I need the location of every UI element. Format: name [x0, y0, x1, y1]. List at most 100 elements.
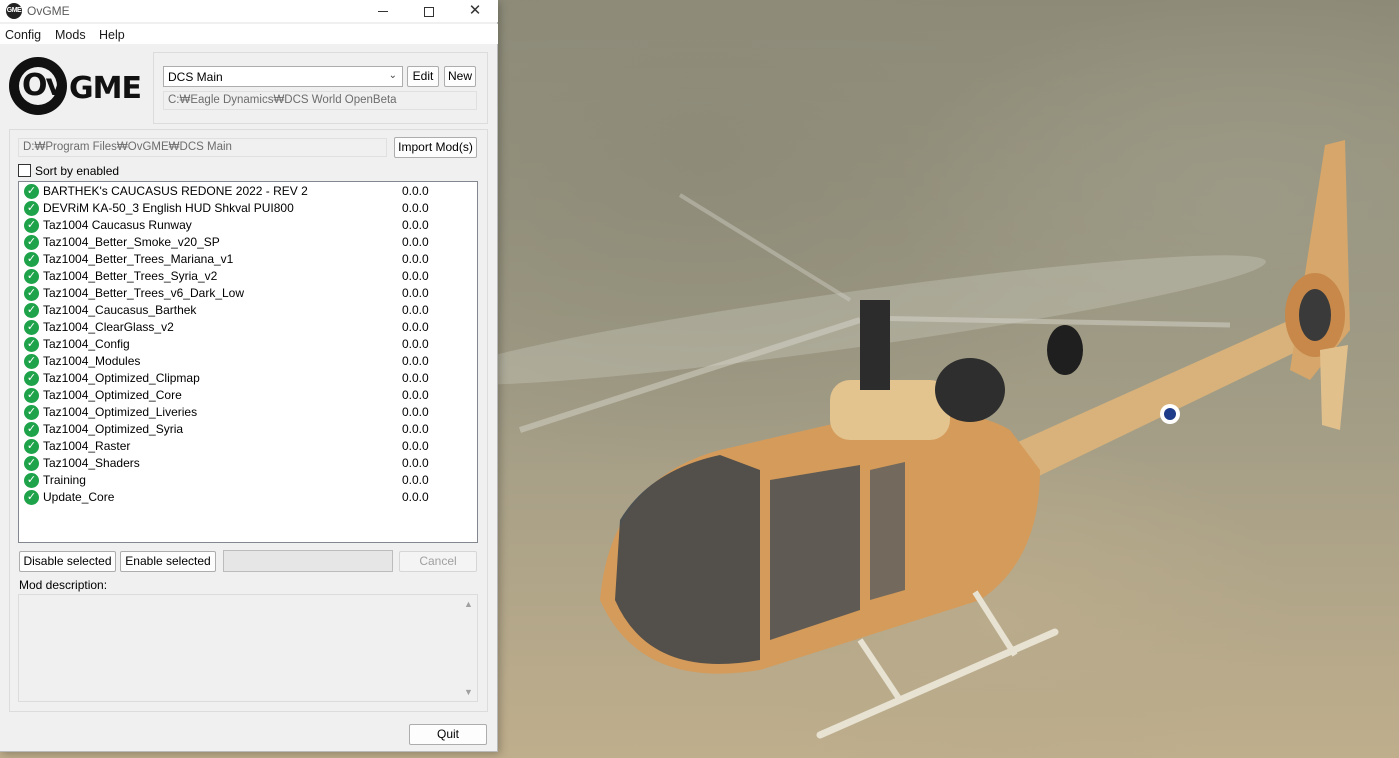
mod-version: 0.0.0 [402, 303, 429, 317]
mod-name: Taz1004_Better_Trees_Syria_v2 [43, 269, 217, 283]
mod-list-item[interactable]: ✓ BARTHEK's CAUCASUS REDONE 2022 - REV 2 0… [24, 183, 474, 200]
mod-name: Taz1004_Shaders [43, 456, 140, 470]
mod-list-item[interactable]: ✓Taz1004 Caucasus Runway0.0.0 [24, 217, 474, 234]
mod-version: 0.0.0 [402, 354, 429, 368]
sort-by-enabled-checkbox[interactable] [18, 164, 31, 177]
mod-name: Update_Core [43, 490, 114, 504]
mod-list-item[interactable]: ✓ Taz1004_Optimized_Syria 0.0.0 [24, 421, 474, 438]
logo-gme-text: GME [69, 71, 141, 106]
mod-name: Taz1004_Better_Trees_Mariana_v1 [43, 252, 233, 266]
mod-list-item[interactable]: ✓ Taz1004_Better_Smoke_v20_SP 0.0.0 [24, 234, 474, 251]
mod-name: Taz1004_ClearGlass_v2 [43, 320, 174, 334]
menu-mods[interactable]: Mods [55, 28, 86, 42]
mod-list-item[interactable]: ✓ Taz1004_Better_Trees_Syria_v2 0.0.0 [24, 268, 474, 285]
mod-name: Training [43, 473, 86, 487]
maximize-icon [424, 7, 434, 17]
enabled-check-icon: ✓ [24, 490, 39, 505]
mod-list[interactable]: ✓ BARTHEK's CAUCASUS REDONE 2022 - REV 2 0… [18, 181, 478, 543]
mod-list-item[interactable]: ✓ Taz1004_Raster 0.0.0 [24, 438, 474, 455]
mod-list-item[interactable]: ✓ Taz1004_Modules 0.0.0 [24, 353, 474, 370]
enabled-check-icon: ✓ [24, 371, 39, 386]
enable-selected-button[interactable]: Enable selected [120, 551, 216, 572]
description-scrollbar[interactable]: ▲ ▼ [460, 595, 477, 701]
mod-version: 0.0.0 [402, 252, 429, 266]
mod-version: 0.0.0 [402, 422, 429, 436]
enabled-check-icon: ✓ [24, 473, 39, 488]
mod-name: Taz1004_Optimized_Syria [43, 422, 183, 436]
enabled-check-icon: ✓ [24, 235, 39, 250]
enabled-check-icon: ✓ [24, 405, 39, 420]
mod-list-item[interactable]: ✓DEVRiM KA-50_3 English HUD Shkval PUI80… [24, 200, 474, 217]
ovgme-logo: Ov GME [9, 57, 149, 115]
minimize-button[interactable] [360, 0, 406, 22]
mod-version: 0.0.0 [402, 456, 429, 470]
mod-list-item[interactable]: ✓Taz1004_ClearGlass_v20.0.0 [24, 319, 474, 336]
enabled-check-icon: ✓ [24, 456, 39, 471]
disable-selected-button[interactable]: Disable selected [19, 551, 116, 572]
progress-bar [223, 550, 393, 572]
mod-list-item[interactable]: ✓ Update_Core 0.0.0 [24, 489, 474, 506]
config-panel [153, 52, 488, 124]
mod-name: Taz1004_Caucasus_Barthek [43, 303, 196, 317]
maximize-button[interactable] [406, 0, 452, 22]
enabled-check-icon: ✓ [24, 337, 39, 352]
mod-list-item[interactable]: ✓ Taz1004_Better_Trees_v6_Dark_Low 0.0.0 [24, 285, 474, 302]
mod-list-item[interactable]: ✓Taz1004_Config0.0.0 [24, 336, 474, 353]
mod-name: Taz1004_Better_Trees_v6_Dark_Low [43, 286, 244, 300]
import-mods-button[interactable]: Import Mod(s) [394, 137, 477, 158]
scroll-down-icon[interactable]: ▼ [464, 687, 473, 697]
window-title: OvGME [27, 4, 70, 18]
chevron-down-icon: ⌄ [389, 70, 397, 81]
enabled-check-icon: ✓ [24, 184, 39, 199]
config-select[interactable]: DCS Main ⌄ [163, 66, 403, 87]
quit-button[interactable]: Quit [409, 724, 487, 745]
mod-version: 0.0.0 [402, 235, 429, 249]
mod-name: Taz1004 Caucasus Runway [43, 218, 192, 232]
mod-list-item[interactable]: ✓ Training 0.0.0 [24, 472, 474, 489]
menu-bar: Config Mods Help [0, 24, 498, 44]
edit-config-button[interactable]: Edit [407, 66, 439, 87]
mod-version: 0.0.0 [402, 473, 429, 487]
mod-version: 0.0.0 [402, 490, 429, 504]
mod-name: Taz1004_Modules [43, 354, 140, 368]
mod-description-box: ▲ ▼ [18, 594, 478, 702]
mod-name: Taz1004_Config [43, 337, 130, 351]
menu-config[interactable]: Config [5, 28, 41, 42]
mod-list-item[interactable]: ✓Taz1004_Optimized_Core0.0.0 [24, 387, 474, 404]
minimize-icon [378, 11, 388, 12]
enabled-check-icon: ✓ [24, 422, 39, 437]
mod-list-item[interactable]: ✓ Taz1004_Optimized_Liveries 0.0.0 [24, 404, 474, 421]
mod-list-item[interactable]: ✓ Taz1004_Shaders 0.0.0 [24, 455, 474, 472]
mod-version: 0.0.0 [402, 388, 429, 402]
title-bar[interactable]: GME OvGME ✕ [0, 0, 498, 22]
enabled-check-icon: ✓ [24, 320, 39, 335]
mod-list-item[interactable]: ✓Taz1004_Caucasus_Barthek0.0.0 [24, 302, 474, 319]
menu-help[interactable]: Help [99, 28, 125, 42]
mod-list-item[interactable]: ✓Taz1004_Optimized_Clipmap0.0.0 [24, 370, 474, 387]
mod-version: 0.0.0 [402, 439, 429, 453]
ovgme-window: GME OvGME ✕ Config Mods Help Ov GME DCS … [0, 0, 498, 752]
close-button[interactable]: ✕ [452, 0, 498, 22]
enabled-check-icon: ✓ [24, 269, 39, 284]
enabled-check-icon: ✓ [24, 439, 39, 454]
mod-name: Taz1004_Optimized_Clipmap [43, 371, 200, 385]
logo-ov-text: Ov [22, 68, 66, 103]
mod-version: 0.0.0 [402, 184, 429, 198]
mod-version: 0.0.0 [402, 405, 429, 419]
mod-list-item[interactable]: ✓Taz1004_Better_Trees_Mariana_v10.0.0 [24, 251, 474, 268]
config-select-value: DCS Main [168, 70, 223, 84]
enabled-check-icon: ✓ [24, 286, 39, 301]
enabled-check-icon: ✓ [24, 354, 39, 369]
mods-path-field: D:₩Program Files₩OvGME₩DCS Main [18, 138, 387, 157]
mod-name: Taz1004_Better_Smoke_v20_SP [43, 235, 220, 249]
new-config-button[interactable]: New [444, 66, 476, 87]
enabled-check-icon: ✓ [24, 218, 39, 233]
mod-version: 0.0.0 [402, 269, 429, 283]
mod-name: Taz1004_Raster [43, 439, 130, 453]
sort-by-enabled-label: Sort by enabled [35, 164, 119, 178]
mod-version: 0.0.0 [402, 286, 429, 300]
mod-name: Taz1004_Optimized_Liveries [43, 405, 197, 419]
mod-version: 0.0.0 [402, 201, 429, 215]
mod-name: BARTHEK's CAUCASUS REDONE 2022 - REV 2 [43, 184, 308, 198]
scroll-up-icon[interactable]: ▲ [464, 599, 473, 609]
